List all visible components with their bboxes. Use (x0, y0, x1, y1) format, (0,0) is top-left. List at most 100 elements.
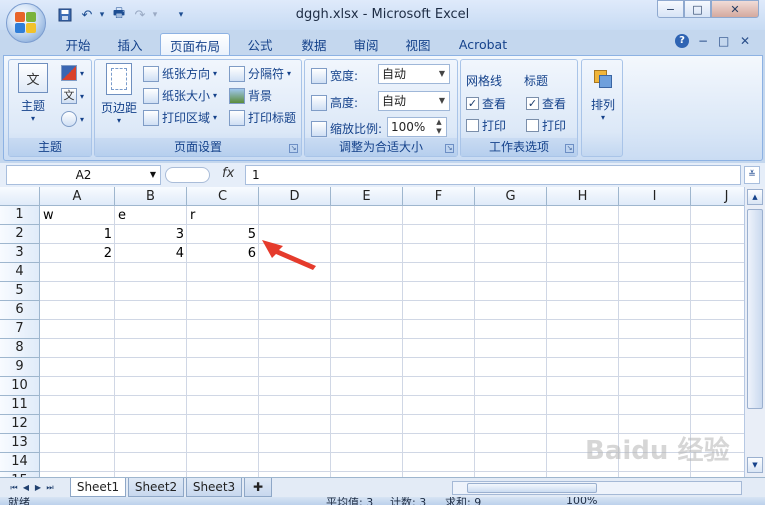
horizontal-scrollbar[interactable] (452, 481, 742, 495)
scroll-up-icon[interactable]: ▲ (747, 189, 763, 205)
ribbon-close-icon[interactable]: ✕ (740, 34, 750, 48)
tab-page-layout[interactable]: 页面布局 (160, 33, 230, 56)
column-header-i[interactable]: I (619, 187, 691, 206)
row-header-1[interactable]: 1 (0, 206, 40, 225)
zoom-label: 缩放比例: (330, 122, 383, 136)
column-header-j[interactable]: J (691, 187, 744, 206)
tab-insert[interactable]: 插入 (104, 33, 156, 56)
next-sheet-icon[interactable]: ▶ (32, 481, 44, 494)
gridlines-print-checkbox[interactable]: 打印 (466, 117, 506, 134)
h-scroll-thumb[interactable] (467, 483, 597, 493)
tab-acrobat[interactable]: Acrobat (450, 33, 516, 56)
column-header-d[interactable]: D (259, 187, 331, 206)
gridlines-view-checkbox[interactable]: ✓ 查看 (466, 95, 506, 112)
vertical-scrollbar[interactable]: ▲ ▼ (744, 187, 765, 477)
print-titles-button[interactable]: 打印标题 (229, 109, 296, 126)
minimize-button[interactable]: − (657, 0, 684, 18)
row-header-10[interactable]: 10 (0, 377, 40, 396)
tab-review[interactable]: 审阅 (342, 33, 390, 56)
maximize-button[interactable]: □ (684, 0, 711, 18)
print-titles-label: 打印标题 (248, 111, 297, 125)
row-header-13[interactable]: 13 (0, 434, 40, 453)
gridline-horizontal (40, 300, 744, 301)
print-area-button[interactable]: 打印区域 ▾ (143, 109, 217, 126)
margins-button[interactable]: 页边距 ▾ (99, 63, 139, 125)
scroll-down-icon[interactable]: ▼ (747, 457, 763, 473)
cell-c1[interactable]: r (187, 206, 259, 225)
breaks-button[interactable]: 分隔符 ▾ (229, 65, 291, 82)
arrange-button[interactable]: 排列 ▾ (586, 68, 620, 122)
headings-view-checkbox[interactable]: ✓ 查看 (526, 95, 566, 112)
row-header-2[interactable]: 2 (0, 225, 40, 244)
cell-a2[interactable]: 1 (40, 225, 115, 244)
headings-print-checkbox[interactable]: 打印 (526, 117, 566, 134)
tab-home[interactable]: 开始 (52, 33, 104, 56)
prev-sheet-icon[interactable]: ◀ (20, 481, 32, 494)
column-header-f[interactable]: F (403, 187, 475, 206)
row-header-3[interactable]: 3 (0, 244, 40, 263)
status-zoom[interactable]: 100% (566, 497, 597, 505)
themes-button[interactable]: 文 主题 ▾ (15, 63, 51, 123)
insert-function-icon[interactable]: fx (222, 166, 234, 181)
office-button[interactable] (6, 3, 46, 43)
theme-fonts-button[interactable]: 文 ▾ (61, 88, 84, 104)
row-header-14[interactable]: 14 (0, 453, 40, 472)
column-header-e[interactable]: E (331, 187, 403, 206)
cell-c2[interactable]: 5 (187, 225, 259, 244)
tab-formulas[interactable]: 公式 (236, 33, 284, 56)
column-header-h[interactable]: H (547, 187, 619, 206)
row-header-9[interactable]: 9 (0, 358, 40, 377)
column-header-b[interactable]: B (115, 187, 187, 206)
breaks-label: 分隔符 (248, 67, 285, 81)
zoom-spinner[interactable]: 100% ▲ ▼ (387, 117, 447, 137)
cell-a3[interactable]: 2 (40, 244, 115, 263)
formula-bar-splitter[interactable] (165, 167, 210, 183)
cell-b1[interactable]: e (115, 206, 187, 225)
cell-c3[interactable]: 6 (187, 244, 259, 263)
row-header-12[interactable]: 12 (0, 415, 40, 434)
ribbon-minimize-icon[interactable]: − (698, 34, 708, 48)
scroll-thumb[interactable] (747, 209, 763, 409)
close-button[interactable]: ✕ (711, 0, 759, 18)
cell-b3[interactable]: 4 (115, 244, 187, 263)
select-all-corner[interactable] (0, 187, 40, 206)
sheet-options-launcher-icon[interactable]: ↘ (565, 144, 574, 153)
tab-data[interactable]: 数据 (290, 33, 338, 56)
checkbox-checked-icon: ✓ (466, 97, 479, 110)
scale-launcher-icon[interactable]: ↘ (445, 144, 454, 153)
size-button[interactable]: 纸张大小 ▾ (143, 87, 217, 104)
arrange-icon (592, 68, 614, 90)
row-header-11[interactable]: 11 (0, 396, 40, 415)
column-header-c[interactable]: C (187, 187, 259, 206)
row-header-8[interactable]: 8 (0, 339, 40, 358)
breaks-icon (229, 65, 245, 82)
cell-b2[interactable]: 3 (115, 225, 187, 244)
formula-input[interactable]: 1 (245, 165, 741, 185)
height-select[interactable]: 自动 ▼ (378, 91, 450, 111)
sheet-tab-2[interactable]: Sheet2 (128, 478, 184, 497)
sheet-tab-3[interactable]: Sheet3 (186, 478, 242, 497)
theme-colors-button[interactable]: ▾ (61, 65, 84, 81)
row-header-5[interactable]: 5 (0, 282, 40, 301)
cell-a1[interactable]: w (40, 206, 115, 225)
name-box[interactable]: A2 ▼ (6, 165, 161, 185)
ribbon-restore-icon[interactable]: □ (718, 34, 729, 48)
tab-view[interactable]: 视图 (394, 33, 442, 56)
expand-formula-bar-icon[interactable]: ≚ (744, 166, 760, 184)
gridline-horizontal (40, 395, 744, 396)
theme-effects-button[interactable]: ▾ (61, 111, 84, 127)
background-button[interactable]: 背景 (229, 87, 272, 104)
last-sheet-icon[interactable]: ⏭ (44, 481, 56, 494)
row-header-7[interactable]: 7 (0, 320, 40, 339)
orientation-button[interactable]: 纸张方向 ▾ (143, 65, 217, 82)
column-header-a[interactable]: A (40, 187, 115, 206)
column-header-g[interactable]: G (475, 187, 547, 206)
first-sheet-icon[interactable]: ⏮ (8, 481, 20, 494)
row-header-6[interactable]: 6 (0, 301, 40, 320)
insert-sheet-icon[interactable]: ✚ (244, 478, 272, 497)
help-icon[interactable]: ? (675, 34, 689, 48)
sheet-tab-1[interactable]: Sheet1 (70, 478, 126, 497)
page-setup-launcher-icon[interactable]: ↘ (289, 144, 298, 153)
width-select[interactable]: 自动 ▼ (378, 64, 450, 84)
row-header-4[interactable]: 4 (0, 263, 40, 282)
